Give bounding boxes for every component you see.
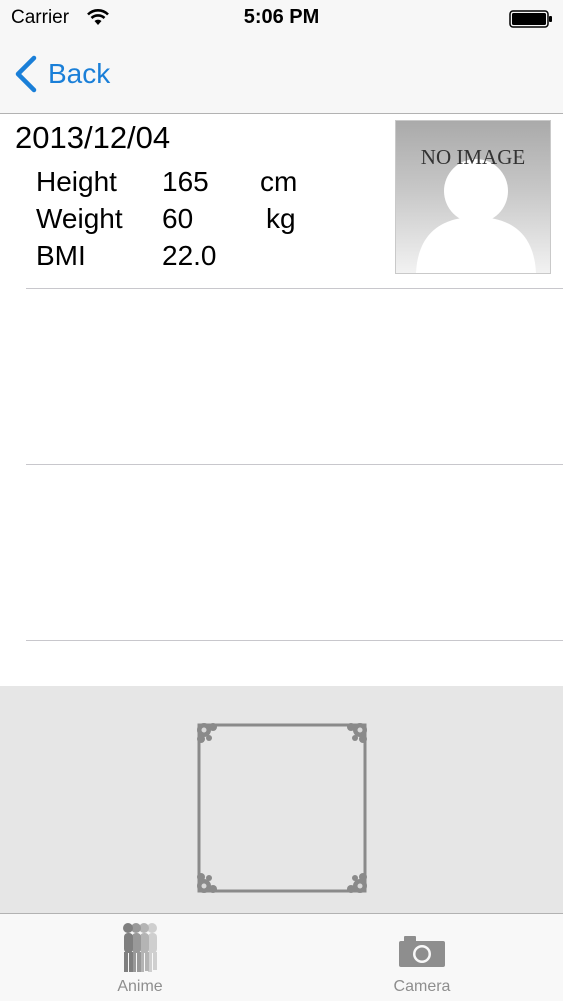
metric-value: 22.0 — [162, 240, 217, 271]
back-button[interactable]: Back — [12, 52, 110, 96]
tab-anime[interactable]: Anime — [40, 914, 240, 1001]
row-separator — [26, 640, 563, 641]
row-separator — [26, 464, 563, 465]
metric-label: Height — [36, 166, 117, 197]
tab-camera-label: Camera — [393, 978, 451, 995]
walking-figures-icon — [123, 923, 157, 972]
navigation-bar: Back — [0, 38, 563, 114]
chevron-left-icon — [15, 55, 37, 93]
record-cell[interactable]: 2013/12/04 Height 165 cm Weight 60 kg BM… — [0, 114, 563, 288]
status-bar: Carrier 5:06 PM — [0, 0, 563, 38]
no-image-label: NO IMAGE — [420, 145, 526, 169]
metric-label: Weight — [36, 203, 123, 234]
metric-unit: cm — [260, 166, 298, 197]
battery-icon — [509, 10, 552, 28]
metric-label: BMI — [36, 240, 86, 271]
frame-area — [0, 686, 563, 914]
metric-value: 60 — [162, 203, 194, 234]
metric-value: 165 — [162, 166, 209, 197]
metric-unit: kg — [266, 203, 296, 234]
row-separator — [26, 288, 563, 289]
tab-bar: Anime Camera — [0, 913, 563, 1001]
tab-camera[interactable]: Camera — [322, 914, 522, 1001]
back-button-label: Back — [48, 58, 111, 89]
tab-anime-label: Anime — [117, 978, 163, 995]
camera-icon — [399, 936, 445, 967]
record-date: 2013/12/04 — [15, 120, 171, 155]
status-time: 5:06 PM — [243, 6, 320, 28]
ornamental-frame-icon — [197, 723, 367, 893]
person-silhouette-icon — [416, 159, 536, 273]
profile-photo-placeholder[interactable]: NO IMAGE — [395, 120, 551, 274]
